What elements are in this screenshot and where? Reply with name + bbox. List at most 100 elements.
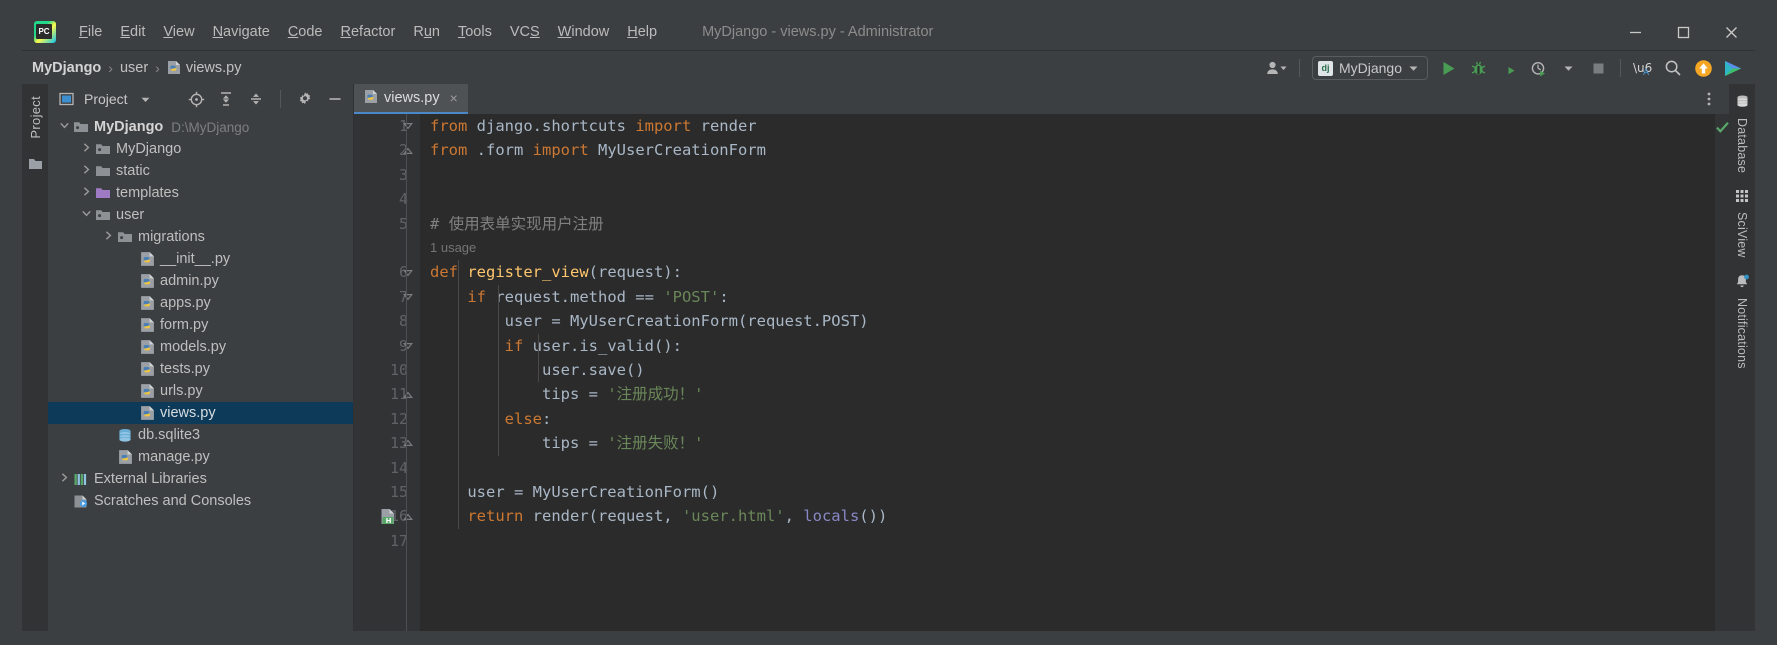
fold-collapse-icon[interactable]: [401, 114, 414, 138]
tree-item-urls-py[interactable]: urls.py: [48, 380, 353, 402]
user-account-icon[interactable]: [1263, 55, 1291, 81]
editor-tab-views-py[interactable]: views.py ×: [354, 84, 468, 114]
run-icon[interactable]: [1434, 55, 1462, 81]
close-tab-icon[interactable]: ×: [450, 90, 458, 106]
tree-item-user[interactable]: user: [48, 204, 353, 226]
code-line-7[interactable]: if request.method == 'POST':: [420, 285, 1715, 309]
tree-item-external-libraries[interactable]: External Libraries: [48, 468, 353, 490]
code-line-9[interactable]: if user.is_valid():: [420, 334, 1715, 358]
code-line-6[interactable]: def register_view(request):: [420, 260, 1715, 284]
minimize-button[interactable]: [1611, 14, 1659, 50]
code-line-14[interactable]: [420, 456, 1715, 480]
hide-panel-icon[interactable]: [323, 87, 347, 111]
chevron-right-icon[interactable]: [100, 231, 116, 243]
code-line-13[interactable]: tips = '注册失败！': [420, 431, 1715, 455]
collapse-all-icon[interactable]: [244, 87, 268, 111]
update-project-icon[interactable]: [1689, 55, 1717, 81]
code-line-1[interactable]: from django.shortcuts import render: [420, 114, 1715, 138]
editor-options-icon[interactable]: [1695, 86, 1723, 112]
run-with-coverage-icon[interactable]: [1494, 55, 1522, 81]
menu-item-run[interactable]: Run: [404, 21, 449, 43]
menu-item-edit[interactable]: Edit: [111, 21, 154, 43]
menu-item-file[interactable]: File: [70, 21, 111, 43]
editor-gutter[interactable]: 1 2 3 4 5 6 7 8 9 10 11 12 13 14 15 16 H 17: [354, 114, 420, 631]
fold-collapse-icon[interactable]: [401, 260, 414, 284]
run-configuration-selector[interactable]: dj MyDjango: [1311, 56, 1428, 80]
code-editor[interactable]: 1 2 3 4 5 6 7 8 9 10 11 12 13 14 15 16 H 17 from django.s…: [354, 114, 1729, 631]
plugin-icon[interactable]: [1719, 55, 1747, 81]
breadcrumb-item-mydjango[interactable]: MyDjango: [32, 60, 101, 76]
tree-item-mydjango[interactable]: MyDjango: [48, 138, 353, 160]
chevron-right-icon[interactable]: [56, 473, 72, 485]
translate-icon[interactable]: \u6587 A: [1629, 55, 1657, 81]
html-file-marker-icon[interactable]: H: [380, 508, 396, 530]
menu-item-help[interactable]: Help: [618, 21, 666, 43]
code-line-8[interactable]: user = MyUserCreationForm(request.POST): [420, 309, 1715, 333]
breadcrumb-item-views-py[interactable]: views.py: [167, 60, 241, 76]
tree-item-apps-py[interactable]: apps.py: [48, 292, 353, 314]
debug-icon[interactable]: [1464, 55, 1492, 81]
search-everywhere-icon[interactable]: [1659, 55, 1687, 81]
menu-item-view[interactable]: View: [154, 21, 203, 43]
chevron-right-icon[interactable]: [78, 165, 94, 177]
project-tree[interactable]: MyDjango D:\MyDjango MyDjango static templat…: [48, 114, 353, 631]
structure-stripe-icon[interactable]: [28, 157, 43, 176]
stripe-button-database[interactable]: Database: [1735, 94, 1750, 173]
profile-dropdown-icon[interactable]: [1554, 55, 1582, 81]
chevron-right-icon[interactable]: [78, 187, 94, 199]
maximize-button[interactable]: [1659, 14, 1707, 50]
code-line-2[interactable]: from .form import MyUserCreationForm: [420, 138, 1715, 162]
stripe-button-project[interactable]: Project: [28, 92, 43, 143]
menu-item-code[interactable]: Code: [279, 21, 332, 43]
code-line-12[interactable]: else:: [420, 407, 1715, 431]
code-line-3[interactable]: [420, 163, 1715, 187]
stripe-button-sciview[interactable]: SciView: [1735, 189, 1749, 258]
profile-icon[interactable]: [1524, 55, 1552, 81]
fold-collapse-icon[interactable]: [401, 334, 414, 358]
chevron-down-icon[interactable]: [78, 209, 94, 221]
menu-item-refactor[interactable]: Refactor: [332, 21, 405, 43]
tree-item-static[interactable]: static: [48, 160, 353, 182]
code-line-15[interactable]: user = MyUserCreationForm(): [420, 480, 1715, 504]
error-stripe[interactable]: [1715, 114, 1729, 631]
tree-item-db-sqlite3[interactable]: db.sqlite3: [48, 424, 353, 446]
menu-item-tools[interactable]: Tools: [449, 21, 501, 43]
code-line-11[interactable]: tips = '注册成功！': [420, 382, 1715, 406]
menu-item-vcs[interactable]: VCS: [501, 21, 549, 43]
chevron-right-icon[interactable]: [78, 143, 94, 155]
tree-item-scratches-and-consoles[interactable]: Scratches and Consoles: [48, 490, 353, 512]
chevron-down-icon[interactable]: [134, 87, 158, 111]
tree-item-tests-py[interactable]: tests.py: [48, 358, 353, 380]
tree-item-templates[interactable]: templates: [48, 182, 353, 204]
code-line-17[interactable]: [420, 529, 1715, 553]
menu-item-navigate[interactable]: Navigate: [204, 21, 279, 43]
code-line-16[interactable]: return render(request, 'user.html', loca…: [420, 504, 1715, 528]
chevron-down-icon[interactable]: [56, 121, 72, 133]
code-line-5[interactable]: # 使用表单实现用户注册: [420, 212, 1715, 236]
stripe-button-notifications[interactable]: Notifications: [1734, 274, 1750, 368]
menu-item-window[interactable]: Window: [549, 21, 619, 43]
tree-item-admin-py[interactable]: admin.py: [48, 270, 353, 292]
fold-collapse-icon[interactable]: [401, 285, 414, 309]
fold-end-icon[interactable]: [401, 431, 414, 455]
tree-item-migrations[interactable]: migrations: [48, 226, 353, 248]
stop-icon[interactable]: [1584, 55, 1612, 81]
tree-item-mydjango[interactable]: MyDjango D:\MyDjango: [48, 116, 353, 138]
gear-icon[interactable]: [293, 87, 317, 111]
tree-item-views-py[interactable]: views.py: [48, 402, 353, 424]
close-button[interactable]: [1707, 14, 1755, 50]
breadcrumb-item-user[interactable]: user: [120, 60, 148, 76]
fold-end-icon[interactable]: [401, 138, 414, 162]
code-line-4[interactable]: [420, 187, 1715, 211]
tree-item-__init__-py[interactable]: __init__.py: [48, 248, 353, 270]
tree-item-models-py[interactable]: models.py: [48, 336, 353, 358]
select-opened-file-icon[interactable]: [184, 87, 208, 111]
inlay-hint-usages[interactable]: 1 usage: [420, 236, 1715, 260]
tree-item-manage-py[interactable]: manage.py: [48, 446, 353, 468]
code-text[interactable]: from django.shortcuts import render from …: [420, 114, 1715, 631]
fold-end-icon[interactable]: [401, 504, 414, 528]
fold-end-icon[interactable]: [401, 382, 414, 406]
code-line-10[interactable]: user.save(): [420, 358, 1715, 382]
tree-item-form-py[interactable]: form.py: [48, 314, 353, 336]
expand-all-icon[interactable]: [214, 87, 238, 111]
